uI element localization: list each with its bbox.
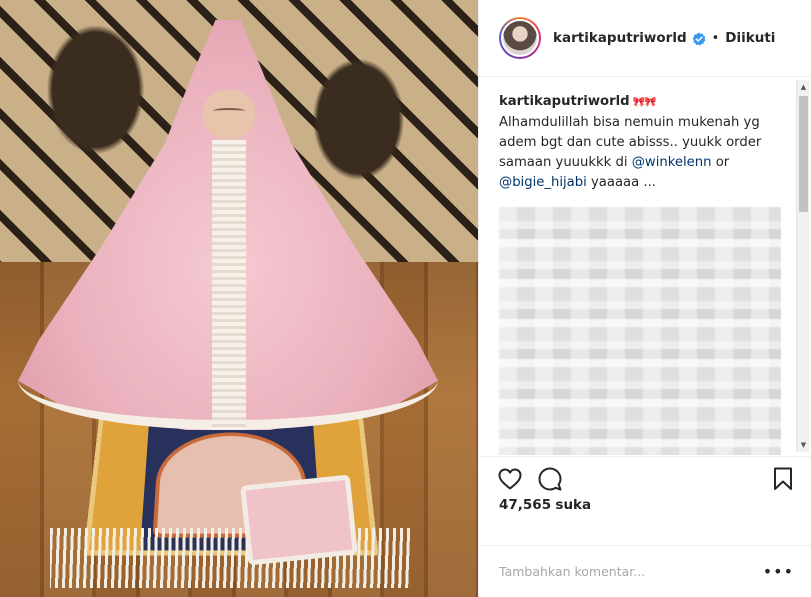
caption-text-2: or xyxy=(715,155,730,170)
comment-input[interactable] xyxy=(499,564,763,579)
mukena-lace-panel xyxy=(212,140,246,430)
comment-icon[interactable] xyxy=(537,466,563,492)
scrollbar-thumb[interactable] xyxy=(799,96,808,212)
header-separator: • xyxy=(711,30,720,46)
comments-scrollbar[interactable]: ▲ ▼ xyxy=(796,80,809,452)
woman-face xyxy=(203,90,255,140)
more-options-icon[interactable]: ••• xyxy=(763,563,794,579)
bookmark-icon[interactable] xyxy=(770,466,796,492)
like-count-label: suka xyxy=(555,497,592,513)
add-comment-bar: ••• xyxy=(479,545,811,597)
avatar[interactable] xyxy=(501,19,539,57)
comments-section[interactable]: kartikaputriworld 🎀🎀 Alhamdulillah bisa n… xyxy=(479,78,811,455)
scroll-up-arrow-icon[interactable]: ▲ xyxy=(797,80,810,94)
post-caption: kartikaputriworld 🎀🎀 Alhamdulillah bisa n… xyxy=(499,92,784,193)
heart-icon[interactable] xyxy=(497,466,523,492)
caption-mention-winkelenn[interactable]: @winkelenn xyxy=(632,155,712,170)
caption-username[interactable]: kartikaputriworld xyxy=(499,94,630,109)
verified-badge-icon xyxy=(692,31,706,46)
caption-mention-bigie-hijabi[interactable]: @bigie_hijabi xyxy=(499,175,587,190)
blurred-comments xyxy=(499,207,781,455)
avatar-story-ring[interactable] xyxy=(499,17,541,59)
post-header: kartikaputriworld • Diikuti xyxy=(479,0,811,77)
scroll-down-arrow-icon[interactable]: ▼ xyxy=(797,438,810,452)
mukena-pouch xyxy=(240,474,358,566)
like-count[interactable]: 47,565 suka xyxy=(499,497,591,513)
post-actions xyxy=(479,456,811,494)
post-photo[interactable] xyxy=(0,0,478,597)
caption-emoji: 🎀🎀 xyxy=(632,97,657,108)
caption-text-3: yaaaaa ... xyxy=(590,175,656,190)
header-username[interactable]: kartikaputriworld xyxy=(553,30,687,46)
like-count-number: 47,565 xyxy=(499,497,552,513)
post-sidebar: kartikaputriworld • Diikuti kartikaputri… xyxy=(478,0,811,597)
follow-status-button[interactable]: Diikuti xyxy=(725,30,775,46)
instagram-post: kartikaputriworld • Diikuti kartikaputri… xyxy=(0,0,811,597)
